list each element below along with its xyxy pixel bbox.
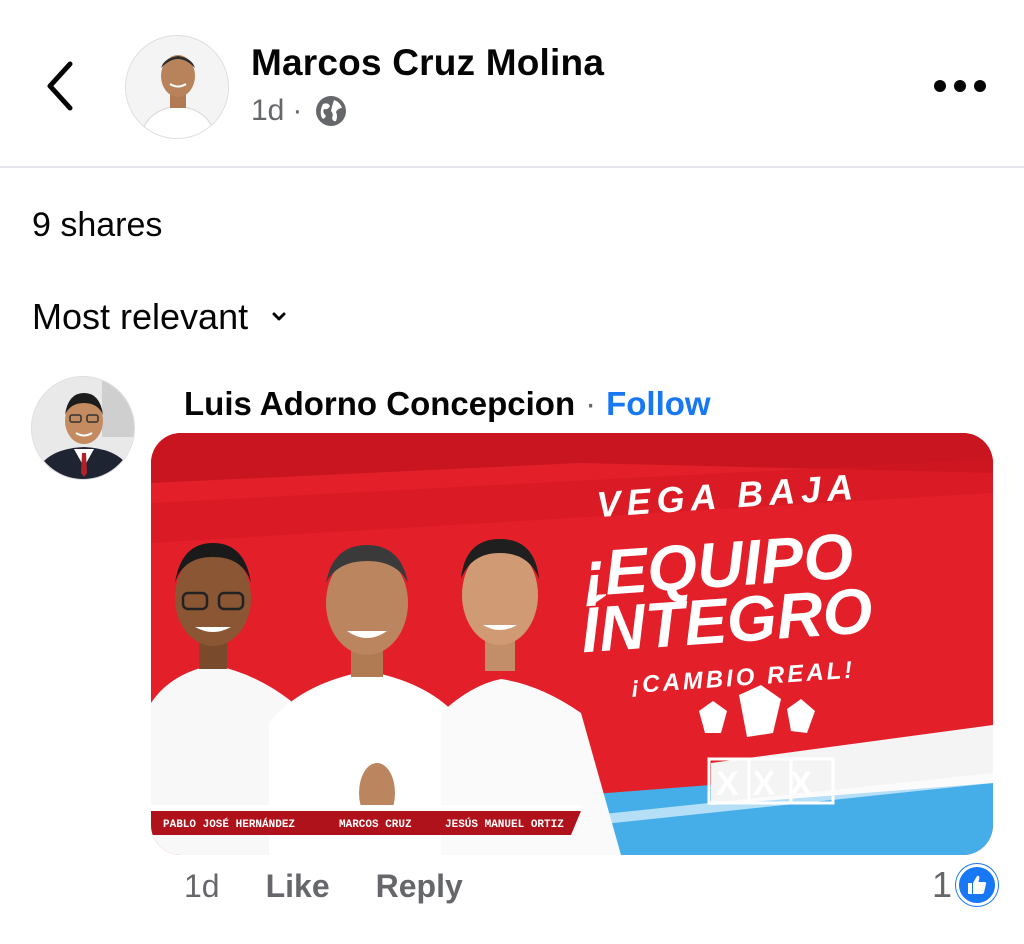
- reaction-summary[interactable]: 1: [932, 864, 999, 906]
- candidate-name-1: PABLO JOSÉ HERNÁNDEZ: [163, 817, 295, 831]
- more-options-icon[interactable]: [934, 74, 990, 98]
- comment-actions: 1d Like Reply: [184, 868, 463, 905]
- comment-header: Luis Adorno Concepcion · Follow: [184, 385, 711, 423]
- meta-separator: ·: [292, 94, 303, 127]
- candidate-name-3: JESÚS MANUEL ORTIZ: [445, 817, 564, 831]
- candidate-name-2: MARCOS CRUZ: [339, 819, 412, 831]
- globe-icon: [316, 96, 347, 126]
- comment-separator: ·: [585, 385, 597, 422]
- post-meta: 1d ·: [251, 94, 348, 128]
- reply-button[interactable]: Reply: [376, 868, 463, 905]
- ballot-marks: XXX: [707, 757, 835, 805]
- reaction-count: 1: [932, 864, 953, 905]
- back-arrow-icon[interactable]: [40, 58, 80, 114]
- comment-image[interactable]: PABLO JOSÉ HERNÁNDEZ MARCOS CRUZ JESÚS M…: [151, 433, 993, 855]
- sort-label: Most relevant: [32, 296, 249, 337]
- sort-dropdown[interactable]: Most relevant: [32, 296, 290, 338]
- post-header: Marcos Cruz Molina 1d ·: [0, 0, 1024, 168]
- svg-text:XXX: XXX: [716, 765, 826, 803]
- comment-time[interactable]: 1d: [184, 868, 220, 905]
- commenter-name[interactable]: Luis Adorno Concepcion: [184, 385, 575, 423]
- author-name[interactable]: Marcos Cruz Molina: [251, 42, 604, 84]
- thumbs-up-icon: [956, 864, 999, 906]
- author-avatar[interactable]: [125, 35, 229, 139]
- like-button[interactable]: Like: [266, 868, 330, 905]
- follow-button[interactable]: Follow: [606, 385, 710, 423]
- shares-count[interactable]: 9 shares: [32, 206, 162, 245]
- commenter-avatar[interactable]: [31, 376, 135, 480]
- post-time[interactable]: 1d: [251, 94, 284, 128]
- chevron-down-icon: [272, 312, 286, 321]
